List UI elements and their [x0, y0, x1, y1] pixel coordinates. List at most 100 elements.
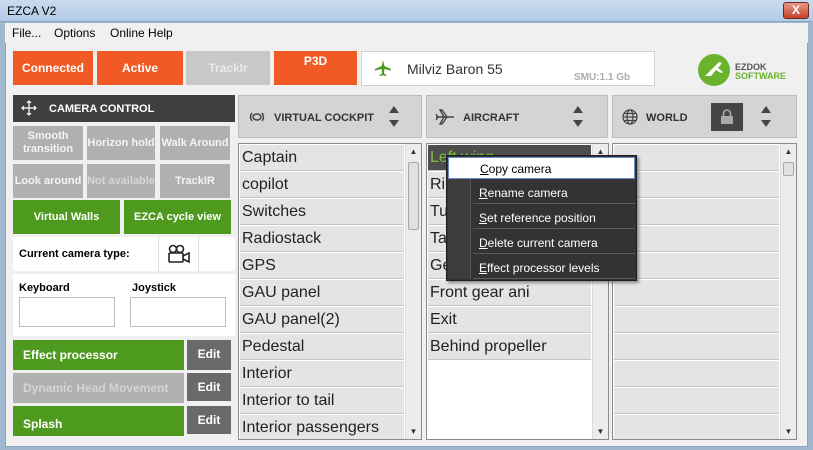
aircraft-name: Milviz Baron 55: [407, 61, 503, 77]
trackir-option-button[interactable]: TrackIR: [160, 164, 230, 198]
effect-processor-edit-button[interactable]: Edit: [187, 340, 231, 370]
world-item[interactable]: [614, 172, 779, 198]
splash-edit-button[interactable]: Edit: [187, 406, 231, 434]
effect-processor-toggle[interactable]: Effect processor: [13, 340, 184, 370]
logo-text-2: SOFTWARE: [735, 71, 786, 81]
menu-bar: File... Options Online Help: [5, 23, 808, 43]
camera-type-empty-cell: [198, 237, 235, 271]
world-item[interactable]: [614, 226, 779, 252]
world-item[interactable]: [614, 307, 779, 333]
camera-context-menu: Copy camera Rename camera Set reference po…: [446, 155, 637, 281]
world-item[interactable]: [614, 253, 779, 279]
smu-readout: SMU:1.1 Gb: [574, 72, 631, 83]
vc-scrollbar[interactable]: ▲ ▼: [405, 144, 421, 439]
virtual-cockpit-item[interactable]: Interior: [240, 361, 404, 387]
virtual-cockpit-item[interactable]: Radiostack: [240, 226, 404, 252]
keyboard-field[interactable]: [19, 297, 115, 327]
window-title: EZCA V2: [7, 4, 57, 18]
scroll-down-icon[interactable]: ▼: [593, 424, 608, 439]
menu-file[interactable]: File...: [12, 26, 41, 40]
world-header: WORLD: [612, 95, 797, 138]
virtual-cockpit-item[interactable]: Interior to tail: [240, 388, 404, 414]
connected-button[interactable]: Connected: [13, 51, 93, 85]
walk-around-button[interactable]: Walk Around: [160, 126, 230, 160]
virtual-cockpit-header: VIRTUAL COCKPIT: [238, 95, 422, 138]
virtual-cockpit-list[interactable]: Captain copilot Switches Radiostack GPS GAU p…: [238, 143, 422, 440]
close-button[interactable]: X: [783, 2, 809, 19]
window-titlebar: EZCA V2 X: [0, 0, 813, 22]
virtual-cockpit-item[interactable]: Switches: [240, 199, 404, 225]
lock-button[interactable]: [711, 103, 743, 131]
camera-control-header: CAMERA CONTROL: [13, 95, 235, 122]
move-icon: [21, 100, 37, 119]
smooth-transition-button[interactable]: Smooth transition: [13, 126, 83, 160]
camera-type-icon-cell: [158, 237, 198, 271]
not-available-button: Not available: [87, 164, 155, 198]
camera-type-label-cell: Current camera type:: [13, 237, 158, 271]
scroll-down-icon[interactable]: ▼: [406, 424, 421, 439]
current-camera-type-label: Current camera type:: [19, 248, 130, 260]
scroll-up-icon[interactable]: ▲: [781, 144, 796, 159]
vc-sort-arrows-icon[interactable]: [389, 106, 399, 131]
context-menu-item[interactable]: Set reference position: [473, 207, 635, 229]
virtual-cockpit-item[interactable]: GAU panel(2): [240, 307, 404, 333]
virtual-cockpit-item[interactable]: Pedestal: [240, 334, 404, 360]
aircraft-sort-arrows-icon[interactable]: [573, 106, 583, 131]
joystick-label: Joystick: [132, 282, 177, 294]
virtual-cockpit-item[interactable]: Interior passengers: [240, 415, 404, 439]
world-scroll-thumb[interactable]: [783, 162, 794, 176]
dynamic-head-movement-edit-button[interactable]: Edit: [187, 373, 231, 401]
aircraft-item[interactable]: Exit: [428, 307, 591, 333]
context-menu-item[interactable]: Copy camera: [448, 157, 635, 179]
world-item[interactable]: [614, 415, 779, 439]
ezdok-logo: EZDOK SOFTWARE: [697, 53, 797, 87]
vc-scroll-thumb[interactable]: [408, 162, 419, 230]
virtual-cockpit-item[interactable]: GPS: [240, 253, 404, 279]
globe-icon: [622, 109, 638, 128]
joystick-field[interactable]: [130, 297, 226, 327]
assign-keys-panel: Keyboard Joystick: [13, 274, 235, 336]
world-item[interactable]: [614, 280, 779, 306]
world-item[interactable]: [614, 361, 779, 387]
horizon-hold-button[interactable]: Horizon hold: [87, 126, 155, 160]
look-around-button[interactable]: Look around: [13, 164, 83, 198]
scroll-up-icon[interactable]: ▲: [406, 144, 421, 159]
world-sort-arrows-icon[interactable]: [761, 106, 771, 131]
active-button[interactable]: Active: [97, 51, 183, 85]
menu-options[interactable]: Options: [54, 26, 95, 40]
lock-icon: [721, 109, 733, 124]
world-title: WORLD: [646, 112, 688, 124]
splash-toggle[interactable]: Splash: [13, 406, 184, 436]
virtual-cockpit-title: VIRTUAL COCKPIT: [274, 112, 375, 124]
world-item[interactable]: [614, 334, 779, 360]
context-menu-item[interactable]: Rename camera: [473, 182, 635, 204]
dynamic-head-movement-toggle[interactable]: Dynamic Head Movement: [13, 373, 184, 403]
virtual-walls-button[interactable]: Virtual Walls: [13, 200, 120, 234]
virtual-cockpit-item[interactable]: Captain: [240, 145, 404, 171]
world-scrollbar[interactable]: ▲ ▼: [780, 144, 796, 439]
world-item[interactable]: [614, 388, 779, 414]
virtual-cockpit-item[interactable]: copilot: [240, 172, 404, 198]
sim-p3d-button[interactable]: P3D: [274, 51, 357, 85]
airplane-header-icon: [435, 108, 455, 129]
aircraft-header: AIRCRAFT: [426, 95, 608, 138]
scroll-down-icon[interactable]: ▼: [781, 424, 796, 439]
trackir-button[interactable]: TrackIr: [186, 51, 270, 85]
menu-online-help[interactable]: Online Help: [110, 26, 173, 40]
aircraft-title: AIRCRAFT: [463, 112, 520, 124]
virtual-cockpit-item[interactable]: GAU panel: [240, 280, 404, 306]
context-menu-item[interactable]: Delete current camera: [473, 232, 635, 254]
context-menu-item[interactable]: Effect processor levels: [473, 257, 635, 279]
world-item[interactable]: [614, 199, 779, 225]
aircraft-info: Milviz Baron 55 SMU:1.1 Gb: [361, 51, 655, 86]
keyboard-label: Keyboard: [19, 282, 70, 294]
aircraft-item[interactable]: Behind propeller: [428, 334, 591, 360]
aircraft-item[interactable]: Front gear ani: [428, 280, 591, 306]
camera-control-title: CAMERA CONTROL: [49, 103, 155, 115]
world-list[interactable]: ▲ ▼: [612, 143, 797, 440]
cycle-view-button[interactable]: EZCA cycle view: [124, 200, 231, 234]
eye-icon: [248, 110, 266, 127]
airplane-icon: [374, 59, 392, 80]
world-item[interactable]: [614, 145, 779, 171]
video-camera-icon: [167, 244, 191, 267]
